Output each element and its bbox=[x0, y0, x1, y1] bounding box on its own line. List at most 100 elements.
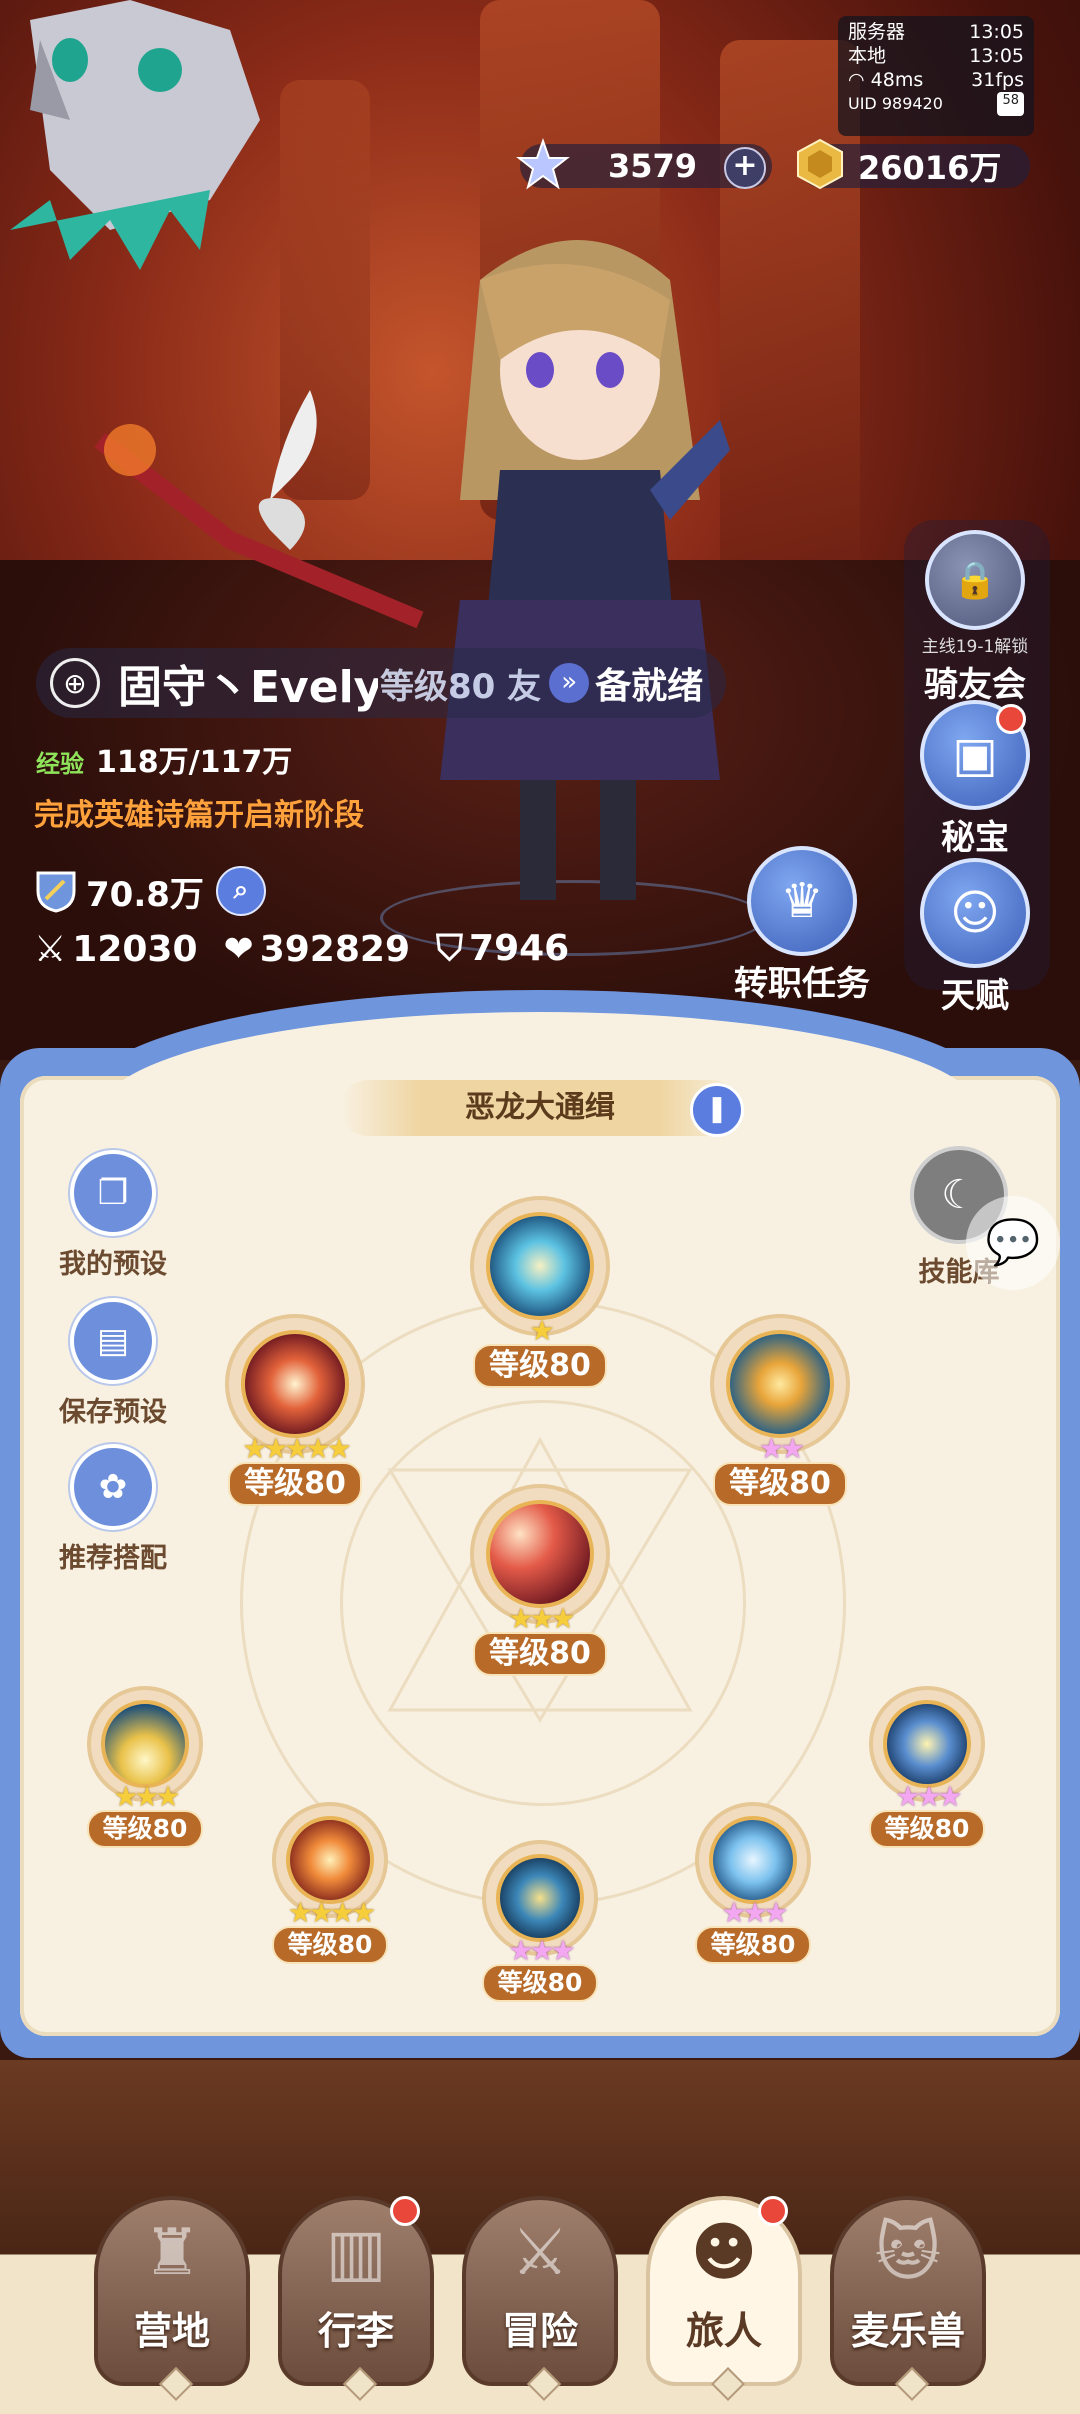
server-time: 13:05 bbox=[969, 21, 1024, 43]
skill-stars: ★★★★ bbox=[287, 1896, 376, 1929]
wifi-icon: ◠ bbox=[848, 69, 865, 91]
save-disk-icon: ▤ bbox=[70, 1298, 156, 1384]
skill-icon bbox=[883, 1700, 971, 1788]
gold-currency-bar: 26016万 bbox=[797, 138, 1030, 190]
player-name: 固守丶Evely bbox=[118, 662, 378, 713]
skill-icon bbox=[709, 1816, 797, 1904]
server-label: 服务器 bbox=[848, 21, 906, 43]
nav-camp-label: 营地 bbox=[133, 2309, 210, 2353]
heart-icon: ❤ bbox=[223, 928, 254, 970]
nav-bag-label: 行李 bbox=[317, 2309, 394, 2353]
attack-icon: ⚔ bbox=[34, 928, 67, 970]
skill-level: 等级80 bbox=[868, 1810, 986, 1848]
recommend-build-button[interactable]: ✿ 推荐搭配 bbox=[48, 1444, 178, 1575]
book-icon[interactable]: ❚ bbox=[690, 1083, 744, 1137]
talent-button[interactable]: ☺ 天赋 bbox=[910, 858, 1040, 1017]
player-name-bar[interactable]: ⊕ 固守丶Evely 等级80 友 » 备就绪 bbox=[36, 648, 726, 718]
skill-level: 等级80 bbox=[694, 1926, 812, 1964]
defense-value: 7946 bbox=[469, 928, 570, 969]
traveler-avatar-icon: ☻ bbox=[690, 2216, 758, 2290]
nav-pet[interactable]: 🐱 麦乐兽 bbox=[830, 2196, 986, 2401]
skill-slot-7[interactable]: ★★★★ 等级80 bbox=[260, 1802, 400, 1964]
skill-level: 等级80 bbox=[713, 1462, 847, 1506]
skill-slot-4[interactable]: ★★★ 等级80 bbox=[460, 1484, 620, 1676]
skill-slot-1[interactable]: ★ 等级80 bbox=[460, 1196, 620, 1388]
team-status-text: 等级80 友 bbox=[380, 666, 542, 707]
brain-head-icon: ☺ bbox=[920, 858, 1030, 968]
skill-slot-8[interactable]: ★★★ 等级80 bbox=[475, 1840, 605, 2002]
skill-level: 等级80 bbox=[481, 1964, 599, 2002]
skill-slot-9[interactable]: ★★★ 等级80 bbox=[688, 1802, 818, 1964]
local-time: 13:05 bbox=[969, 45, 1024, 67]
mount-club-label: 骑友会 bbox=[924, 665, 1026, 705]
combat-power-row: 70.8万 ⌕ bbox=[34, 866, 266, 916]
skill-icon bbox=[101, 1700, 189, 1788]
device-status-box: 服务器 13:05 本地 13:05 ◠ 48ms 31fps UID 989420 5… bbox=[838, 16, 1034, 136]
hp-value: 392829 bbox=[259, 928, 410, 970]
skill-slot-6[interactable]: ★★★ 等级80 bbox=[862, 1686, 992, 1848]
notification-dot bbox=[996, 704, 1026, 734]
notification-dot bbox=[758, 2196, 788, 2226]
mount-club-button[interactable]: 🔒 主线19-1解锁 骑友会 bbox=[910, 530, 1040, 706]
skill-slot-5[interactable]: ★★★ 等级80 bbox=[80, 1686, 210, 1848]
my-preset-label: 我的预设 bbox=[59, 1249, 167, 1280]
nav-traveler[interactable]: ☻ 旅人 bbox=[646, 2196, 802, 2401]
my-preset-button[interactable]: ❐ 我的预设 bbox=[48, 1150, 178, 1281]
player-stats-row: ⚔ 12030 ❤ 392829 ⛉ 7946 bbox=[34, 928, 569, 970]
nav-adventure[interactable]: ⚔ 冒险 bbox=[462, 2196, 618, 2401]
skill-icon bbox=[486, 1212, 594, 1320]
panel-title: 恶龙大通缉 bbox=[340, 1080, 740, 1136]
nav-camp[interactable]: ♜ 营地 bbox=[94, 2196, 250, 2401]
power-shield-icon bbox=[36, 871, 76, 913]
class-emblem-icon: ⊕ bbox=[50, 658, 100, 708]
skill-icon bbox=[496, 1854, 584, 1942]
treasure-button[interactable]: ▣ 秘宝 bbox=[910, 700, 1040, 859]
notification-dot bbox=[390, 2196, 420, 2226]
preset-cards-icon: ❐ bbox=[70, 1150, 156, 1236]
skill-stars: ★★★ bbox=[721, 1896, 788, 1929]
skill-level: 等级80 bbox=[473, 1344, 607, 1388]
talent-label: 天赋 bbox=[941, 976, 1009, 1016]
treasure-label: 秘宝 bbox=[941, 818, 1009, 858]
defense-shield-icon: ⛉ bbox=[436, 928, 464, 969]
skill-stars: ★★★ bbox=[113, 1780, 180, 1813]
add-currency-button[interactable]: + bbox=[724, 147, 766, 189]
save-preset-label: 保存预设 bbox=[59, 1397, 167, 1428]
quest-hint[interactable]: 完成英雄诗篇开启新阶段 bbox=[34, 790, 364, 834]
skill-level: 等级80 bbox=[473, 1632, 607, 1676]
nav-adventure-label: 冒险 bbox=[501, 2309, 578, 2353]
save-preset-button[interactable]: ▤ 保存预设 bbox=[48, 1298, 178, 1429]
battery-badge: 58 bbox=[997, 92, 1024, 116]
skill-slot-3[interactable]: ★★ 等级80 bbox=[700, 1314, 860, 1506]
star-currency-bar: 3579 + bbox=[516, 138, 772, 190]
skill-stars: ★★★ bbox=[508, 1602, 575, 1635]
mount-lock-hint: 主线19-1解锁 bbox=[921, 637, 1029, 657]
skill-icon bbox=[286, 1816, 374, 1904]
skill-level: 等级80 bbox=[86, 1810, 204, 1848]
backpack-icon: ▥ bbox=[325, 2216, 387, 2290]
chat-bubble-icon[interactable]: 💬 bbox=[966, 1196, 1060, 1290]
skill-icon bbox=[486, 1500, 594, 1608]
ping-value: 48ms bbox=[870, 69, 924, 91]
job-change-task-button[interactable]: ♛ 转职任务 bbox=[730, 846, 874, 1005]
skill-stars: ★★★ bbox=[508, 1934, 575, 1967]
skill-icon bbox=[241, 1330, 349, 1438]
skill-slot-2[interactable]: ★★★★★ 等级80 bbox=[205, 1314, 385, 1506]
team-expand-icon[interactable]: » bbox=[549, 663, 590, 703]
attack-value: 12030 bbox=[72, 928, 198, 970]
local-label: 本地 bbox=[848, 45, 887, 67]
exp-value: 118万/117万 bbox=[96, 745, 293, 780]
skill-stars: ★★★ bbox=[895, 1780, 962, 1813]
dragon-pet-sprite bbox=[10, 0, 260, 270]
crown-icon: ♛ bbox=[747, 846, 857, 956]
star-currency-value: 3579 bbox=[608, 147, 698, 185]
skill-level: 等级80 bbox=[271, 1926, 389, 1964]
inspect-search-icon[interactable]: ⌕ bbox=[215, 866, 266, 916]
player-character-sprite bbox=[440, 240, 730, 900]
star-gem-icon bbox=[516, 138, 570, 190]
skill-stars: ★★ bbox=[758, 1432, 805, 1465]
lock-icon: 🔒 bbox=[925, 530, 1025, 630]
nav-pet-label: 麦乐兽 bbox=[850, 2309, 965, 2353]
job-change-task-label: 转职任务 bbox=[734, 964, 870, 1004]
nav-bag[interactable]: ▥ 行李 bbox=[278, 2196, 434, 2401]
